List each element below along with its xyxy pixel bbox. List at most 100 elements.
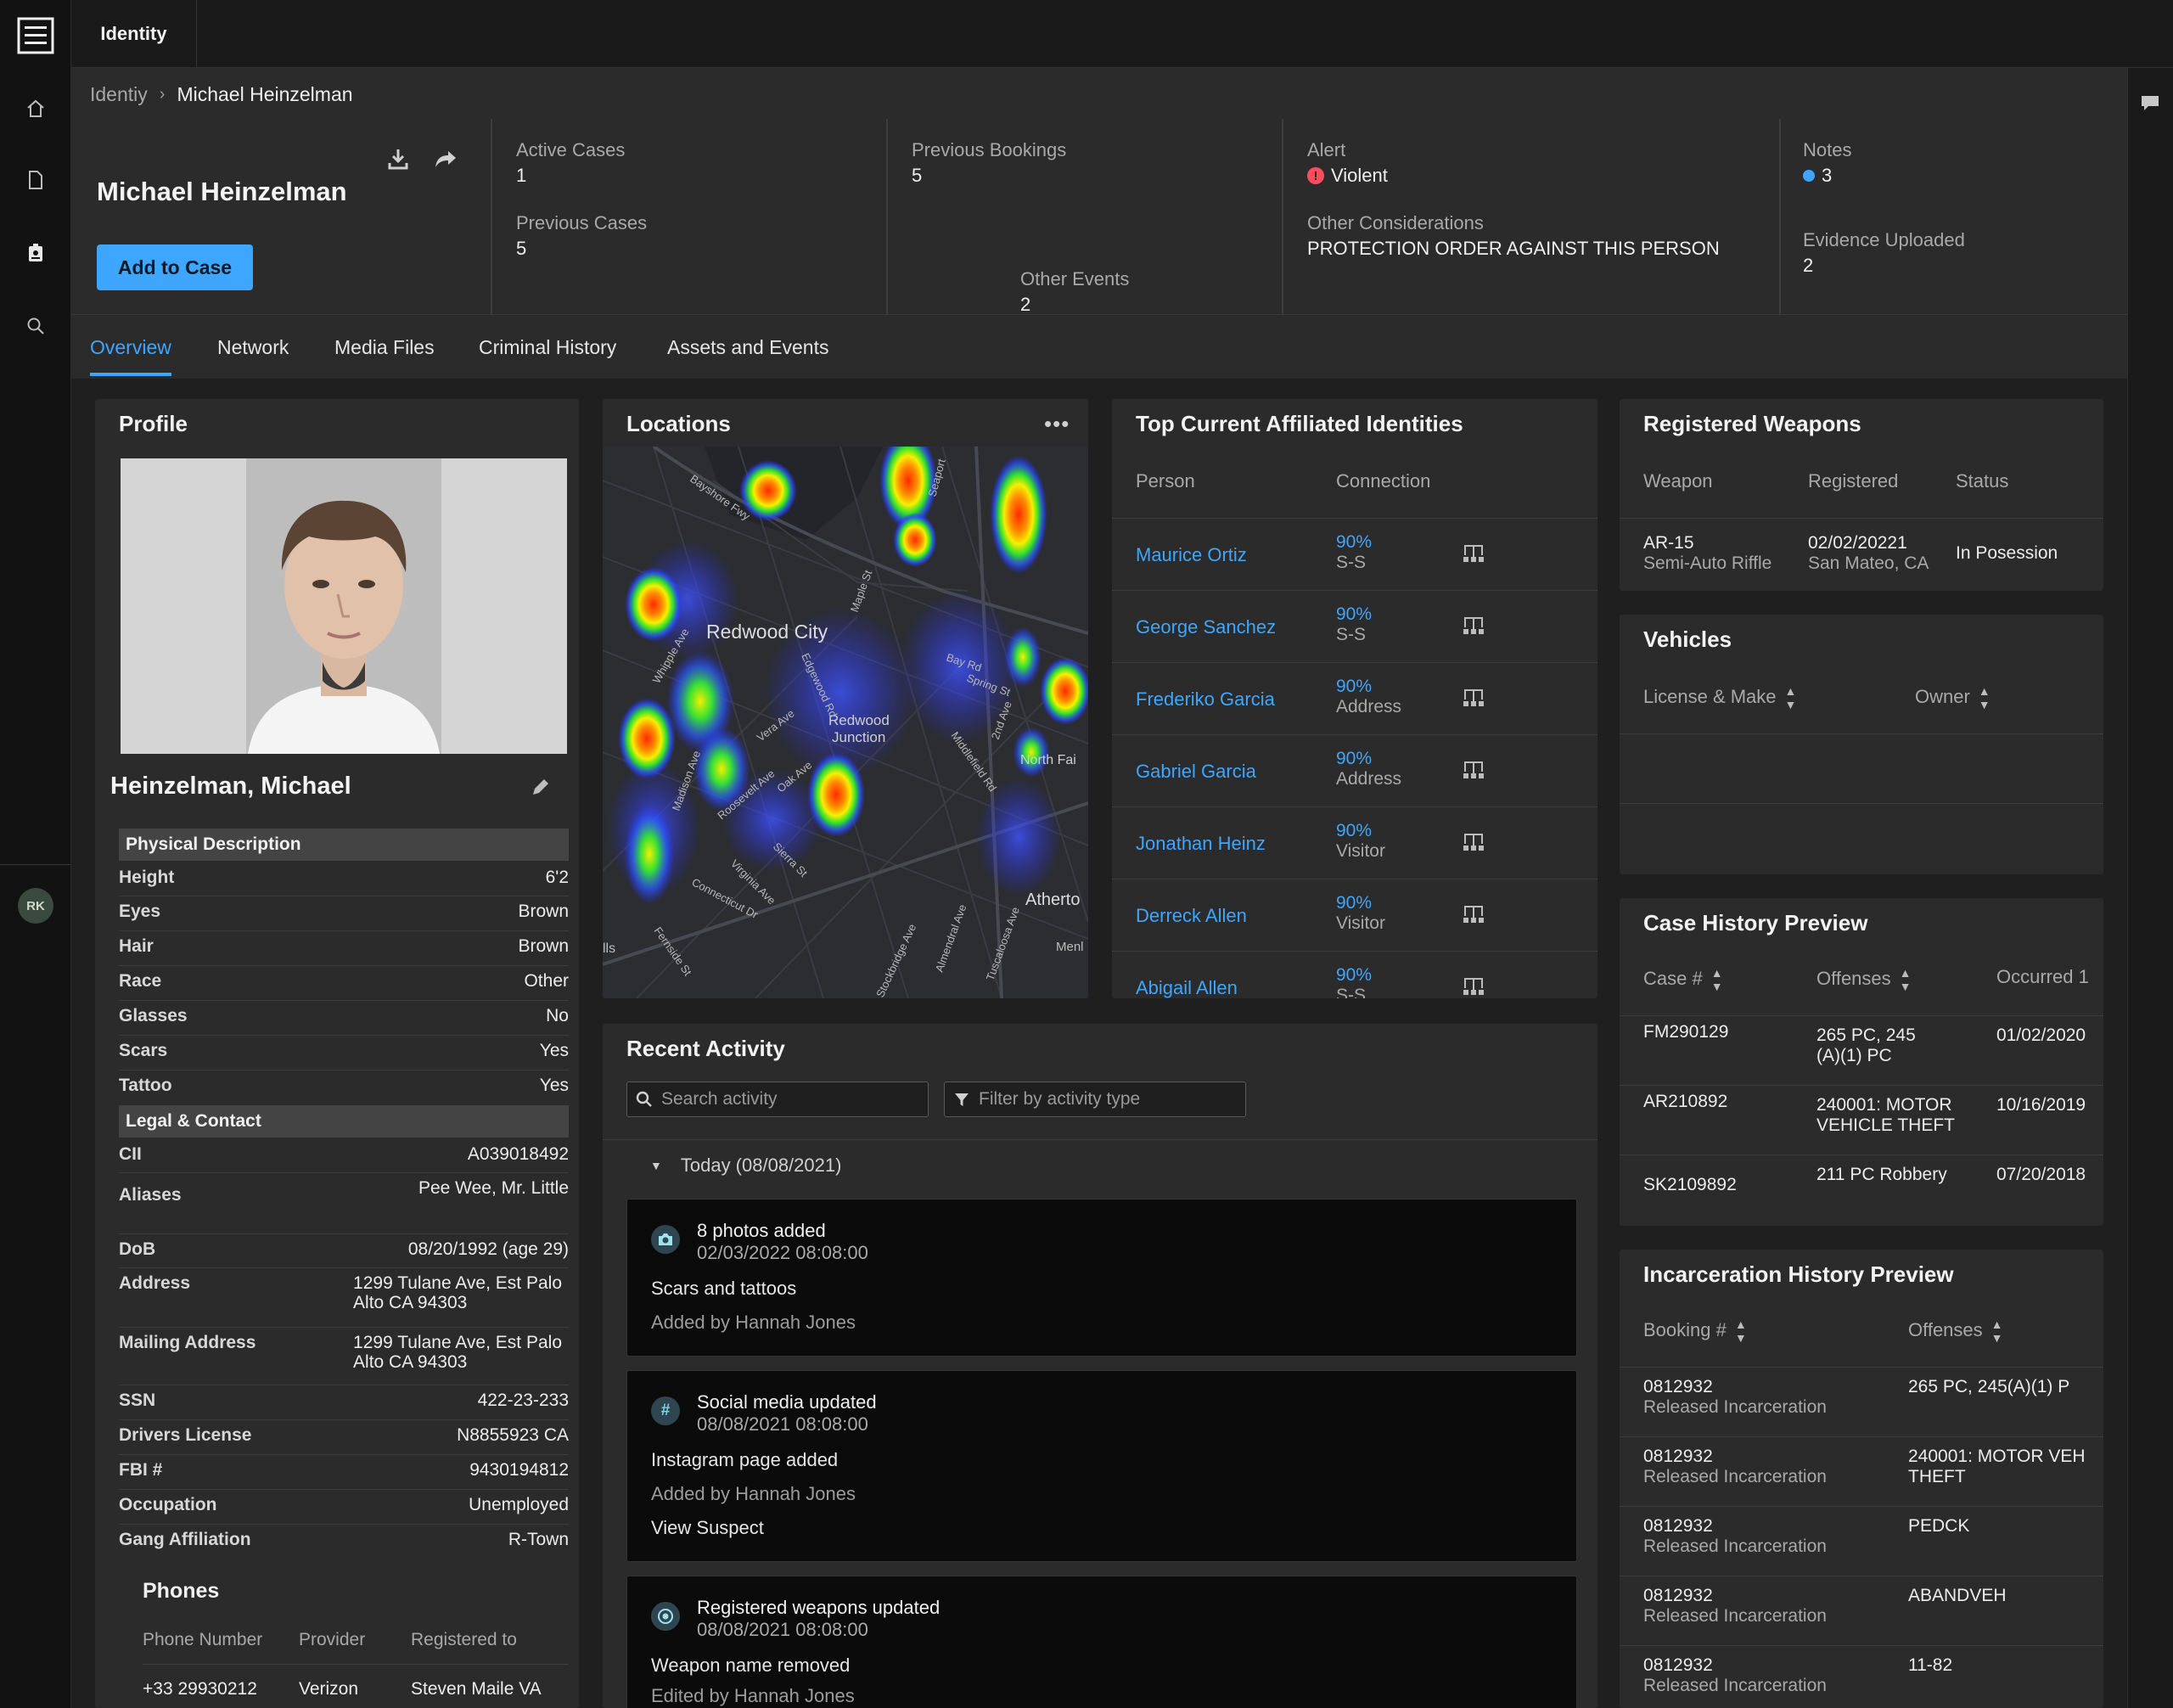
app-logo-icon[interactable] xyxy=(17,17,54,54)
network-icon[interactable] xyxy=(1462,903,1485,925)
affiliated-identities-panel: Top Current Affiliated Identities Person… xyxy=(1112,399,1597,998)
tab-network[interactable]: Network xyxy=(217,315,289,379)
person-portrait-icon xyxy=(248,500,440,754)
more-options-icon[interactable]: ••• xyxy=(1044,411,1070,437)
view-suspect-link[interactable]: View Suspect xyxy=(651,1517,764,1539)
kv-key: DoB xyxy=(119,1239,156,1259)
tab-media-files[interactable]: Media Files xyxy=(334,315,435,379)
col-header-offenses[interactable]: Offenses ▲ ▼ xyxy=(1816,966,1912,993)
network-icon[interactable] xyxy=(1462,975,1485,997)
tab-criminal-history[interactable]: Criminal History xyxy=(479,315,616,379)
connection-percent: 90% xyxy=(1336,821,1373,840)
affiliate-name-link[interactable]: Jonathan Heinz xyxy=(1136,833,1266,855)
stat-label: Other Considerations xyxy=(1307,212,1484,233)
notes-stat: Notes 3 xyxy=(1803,139,1851,187)
map-label-city: Redwood City xyxy=(706,621,828,643)
app-tab-identity[interactable]: Identity xyxy=(71,0,197,68)
tab-overview[interactable]: Overview xyxy=(90,315,171,379)
connection-type: Visitor xyxy=(1336,841,1385,861)
share-icon[interactable] xyxy=(433,146,458,171)
col-header-occurred[interactable]: Occurred 1 xyxy=(1996,966,2089,988)
activity-search-input[interactable]: Search activity xyxy=(626,1082,929,1117)
phones-title: Phones xyxy=(143,1579,220,1603)
panel-title: Vehicles xyxy=(1643,626,1732,652)
kv-key: Glasses xyxy=(119,1006,188,1025)
activity-item[interactable]: Registered weapons updated 08/08/2021 08… xyxy=(626,1576,1577,1708)
col-header-booking[interactable]: Booking # ▲ ▼ xyxy=(1643,1318,1747,1345)
header-divider xyxy=(491,119,492,314)
activity-title: Registered weapons updated xyxy=(697,1597,941,1618)
case-link[interactable]: SK2109892 xyxy=(1643,1175,1737,1195)
stat-value: 5 xyxy=(516,238,527,259)
panel-title: Registered Weapons xyxy=(1643,411,1861,436)
document-icon[interactable] xyxy=(22,166,49,194)
activity-day-group[interactable]: ▼ Today (08/08/2021) xyxy=(650,1155,841,1177)
kv-value: 1299 Tulane Ave, Est Palo Alto CA 94303 xyxy=(353,1273,562,1312)
map-label-north-fair: North Fai xyxy=(1020,753,1076,767)
header-divider xyxy=(886,119,888,314)
panel-title: Locations xyxy=(626,411,731,436)
activity-item[interactable]: # Social media updated 08/08/2021 08:08:… xyxy=(626,1370,1577,1562)
col-header-offenses[interactable]: Offenses ▲ ▼ xyxy=(1908,1318,2003,1345)
breadcrumb: Identiy › Michael Heinzelman xyxy=(90,83,353,106)
case-link[interactable]: AR210892 xyxy=(1643,1092,1727,1112)
affiliate-name-link[interactable]: Derreck Allen xyxy=(1136,905,1247,927)
alert-value: ! Violent xyxy=(1307,165,1388,187)
alert-text: Violent xyxy=(1331,165,1388,186)
activity-item[interactable]: 8 photos added 02/03/2022 08:08:00 Scars… xyxy=(626,1199,1577,1357)
notes-link[interactable]: 3 xyxy=(1803,165,1851,187)
user-avatar[interactable]: RK xyxy=(18,888,53,924)
table-row: Gabriel Garcia 90% Address xyxy=(1112,735,1597,807)
alert-icon: ! xyxy=(1307,167,1324,184)
affiliate-name-link[interactable]: Gabriel Garcia xyxy=(1136,761,1256,783)
case-date: 07/20/2018 xyxy=(1996,1165,2086,1184)
table-divider xyxy=(603,1139,1597,1140)
breadcrumb-root[interactable]: Identiy xyxy=(90,83,148,106)
active-cases-stat: Active Cases 1 xyxy=(516,139,625,187)
kv-cii: CII A039018492 xyxy=(119,1139,569,1173)
affiliate-name-link[interactable]: George Sanchez xyxy=(1136,616,1276,638)
network-icon[interactable] xyxy=(1462,831,1485,853)
kv-value: Pee Wee, Mr. Little xyxy=(418,1178,569,1198)
heatmap-map[interactable]: Redwood City Redwood Junction Atherto No… xyxy=(603,447,1088,998)
badge-icon[interactable] xyxy=(22,239,49,267)
search-icon xyxy=(636,1091,652,1107)
kv-value: 9430194812 xyxy=(469,1460,569,1480)
activity-filter-input[interactable]: Filter by activity type xyxy=(944,1082,1246,1117)
home-icon[interactable] xyxy=(22,95,49,122)
chat-icon[interactable] xyxy=(2140,93,2160,112)
kv-key: Address xyxy=(119,1273,191,1293)
pencil-icon[interactable] xyxy=(530,776,552,798)
kv-value: Other xyxy=(524,971,569,991)
affiliate-name-link[interactable]: Maurice Ortiz xyxy=(1136,544,1247,566)
left-nav-rail: RK xyxy=(0,0,71,1708)
booking-offense: 240001: MOTOR VEH xyxy=(1908,1447,2086,1466)
network-icon[interactable] xyxy=(1462,542,1485,565)
affiliate-name-link[interactable]: Frederiko Garcia xyxy=(1136,688,1275,711)
legal-contact-header: Legal & Contact xyxy=(119,1105,569,1138)
activity-body: Weapon name removed xyxy=(651,1655,851,1676)
download-icon[interactable] xyxy=(385,146,411,171)
connection-percent: 90% xyxy=(1336,677,1373,696)
case-date: 10/16/2019 xyxy=(1996,1095,2086,1115)
col-header-case[interactable]: Case # ▲ ▼ xyxy=(1643,966,1723,993)
affiliate-name-link[interactable]: Abigail Allen xyxy=(1136,977,1238,998)
table-divider xyxy=(1620,1085,2103,1086)
tab-assets-and-events[interactable]: Assets and Events xyxy=(667,315,829,379)
booking-status: Released Incarceration xyxy=(1643,1537,1827,1556)
network-icon[interactable] xyxy=(1462,687,1485,709)
col-header-license[interactable]: License & Make ▲ ▼ xyxy=(1643,684,1796,711)
booking-offense: PEDCK xyxy=(1908,1516,1970,1536)
booking-status: Released Incarceration xyxy=(1643,1467,1827,1486)
case-link[interactable]: FM290129 xyxy=(1643,1022,1728,1042)
add-to-case-button[interactable]: Add to Case xyxy=(97,244,253,290)
network-icon[interactable] xyxy=(1462,759,1485,781)
network-icon[interactable] xyxy=(1462,615,1485,637)
search-icon[interactable] xyxy=(22,312,49,340)
map-canvas[interactable]: Redwood City Redwood Junction Atherto No… xyxy=(603,447,1088,998)
col-header-owner[interactable]: Owner ▲ ▼ xyxy=(1915,684,1991,711)
booking-status: Released Incarceration xyxy=(1643,1676,1827,1695)
connection-type: Address xyxy=(1336,769,1402,789)
table-row: Frederiko Garcia 90% Address xyxy=(1112,663,1597,735)
profile-photo[interactable] xyxy=(121,458,567,754)
